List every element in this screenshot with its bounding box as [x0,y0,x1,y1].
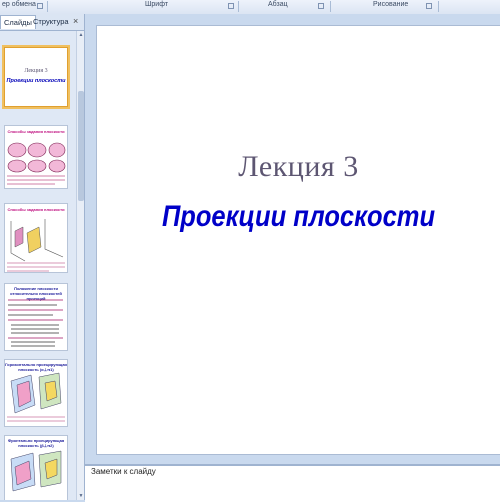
slide-subtitle[interactable]: Проекции плоскости [127,200,470,234]
slide-thumbnail-6[interactable]: Фронтально проецирующая плоскость (β⊥π2) [4,435,68,500]
notes-pane[interactable]: Заметки к слайду [85,464,500,502]
thumb-diagram [7,142,66,185]
slide-thumbnail-4[interactable]: Положение плоскости относительно плоскос… [4,283,68,351]
slide-canvas[interactable]: Лекция 3 Проекции плоскости [97,26,500,454]
font-launcher-icon[interactable] [228,3,234,9]
ribbon-group-drawing[interactable]: Рисование [373,1,408,8]
close-icon[interactable]: × [73,16,78,27]
thumb-text-lines [8,299,63,347]
slide-thumbnail-2[interactable]: Способы задания плоскости [4,125,68,189]
ribbon-group-paragraph[interactable]: Абзац [268,1,288,8]
slide-thumbnail-1[interactable]: Лекция 3 Проекции плоскости [2,45,70,109]
clipboard-launcher-icon[interactable] [37,3,43,9]
thumb-lecture-subtitle: Проекции плоскости [6,78,66,84]
slide-editor: Лекция 3 Проекции плоскости [85,14,500,464]
scroll-thumb[interactable] [78,91,84,201]
ribbon-bar: ер обмена Шрифт Абзац Рисование [0,0,500,15]
slide-thumbnail-3[interactable]: Способы задания плоскости [4,203,68,273]
tab-outline[interactable]: Структура [30,15,72,29]
thumbnail-list: Лекция 3 Проекции плоскости Способы зада… [0,31,76,500]
ribbon-group-clipboard[interactable]: ер обмена [2,1,36,8]
thumb-diagram [10,450,62,492]
drawing-launcher-icon[interactable] [426,3,432,9]
ribbon-separator [438,1,439,12]
panel-tabs: Слайды Структура × [0,14,84,31]
paragraph-launcher-icon[interactable] [318,3,324,9]
thumbnail-scrollbar[interactable]: ▲ ▼ [76,31,84,500]
ribbon-group-font[interactable]: Шрифт [145,1,168,8]
scroll-up-icon[interactable]: ▲ [78,32,84,38]
ribbon-separator [47,1,48,12]
slide-thumbnail-5[interactable]: Горизонтально проецирующая плоскость (α⊥… [4,359,68,427]
thumb-diagram [7,219,65,272]
ribbon-separator [238,1,239,12]
thumb-diagram [7,372,65,422]
thumb-lecture-title: Лекция 3 [24,68,48,74]
ribbon-separator [330,1,331,12]
thumb-title: Способы задания плоскости [7,207,65,212]
scroll-down-icon[interactable]: ▼ [78,493,84,499]
slides-panel: Слайды Структура × Лекция 3 Проекции пло… [0,14,85,500]
thumb-title: Способы задания плоскости [7,129,65,134]
slide-title[interactable]: Лекция 3 [97,150,500,184]
notes-placeholder[interactable]: Заметки к слайду [91,467,156,476]
